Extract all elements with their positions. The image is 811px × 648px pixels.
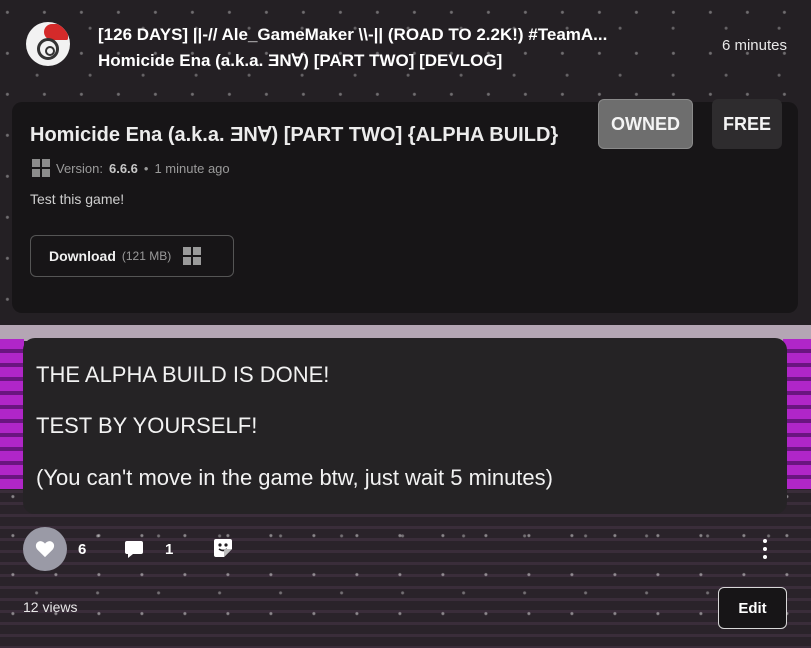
free-badge[interactable]: FREE (712, 99, 782, 149)
post-paragraph: THE ALPHA BUILD IS DONE! (36, 362, 330, 387)
download-size: (121 MB) (121, 249, 172, 263)
game-name[interactable]: Homicide Ena (a.k.a. ƎNⱯ) [PART TWO] {AL… (30, 122, 558, 147)
heart-icon (35, 541, 55, 558)
post-timestamp: 6 minutes (721, 37, 787, 54)
owned-badge[interactable]: OWNED (598, 99, 693, 149)
post-body: THE ALPHA BUILD IS DONE! TEST BY YOURSEL… (23, 338, 787, 514)
edit-button[interactable]: Edit (718, 587, 787, 629)
comment-count: 1 (165, 541, 174, 558)
download-button[interactable]: Download (121 MB) (30, 235, 234, 277)
like-button[interactable] (23, 527, 67, 571)
post-paragraph: TEST BY YOURSELF! (36, 413, 258, 438)
game-meta: Version: 6.6.6 • 1 minute ago (32, 159, 230, 177)
view-count: 12 views (23, 599, 78, 615)
version-label: Version: (56, 160, 103, 176)
game-description: Test this game! (30, 191, 125, 207)
meta-separator: • (143, 160, 149, 176)
windows-icon (183, 247, 202, 265)
post-title-line-2: Homicide Ena (a.k.a. ƎNⱯ) [PART TWO] [DE… (98, 51, 503, 70)
author-avatar[interactable] (26, 22, 70, 66)
post-paragraph: (You can't move in the game btw, just wa… (36, 465, 553, 490)
updated-time: 1 minute ago (154, 160, 230, 176)
download-label: Download (49, 248, 116, 264)
comment-icon[interactable] (124, 539, 144, 559)
more-options-icon[interactable] (760, 539, 770, 559)
windows-icon (32, 159, 50, 177)
sticker-icon[interactable] (212, 537, 234, 559)
background-decoration-right (783, 339, 811, 489)
post-title-line-1: [126 DAYS] ||-// Ale_GameMaker \\-|| (RO… (98, 25, 608, 44)
post-title[interactable]: [126 DAYS] ||-// Ale_GameMaker \\-|| (RO… (98, 22, 698, 74)
background-decoration-left (0, 339, 24, 489)
like-count: 6 (78, 541, 87, 558)
spiral-face-icon (37, 38, 59, 60)
version-number: 6.6.6 (108, 160, 138, 176)
